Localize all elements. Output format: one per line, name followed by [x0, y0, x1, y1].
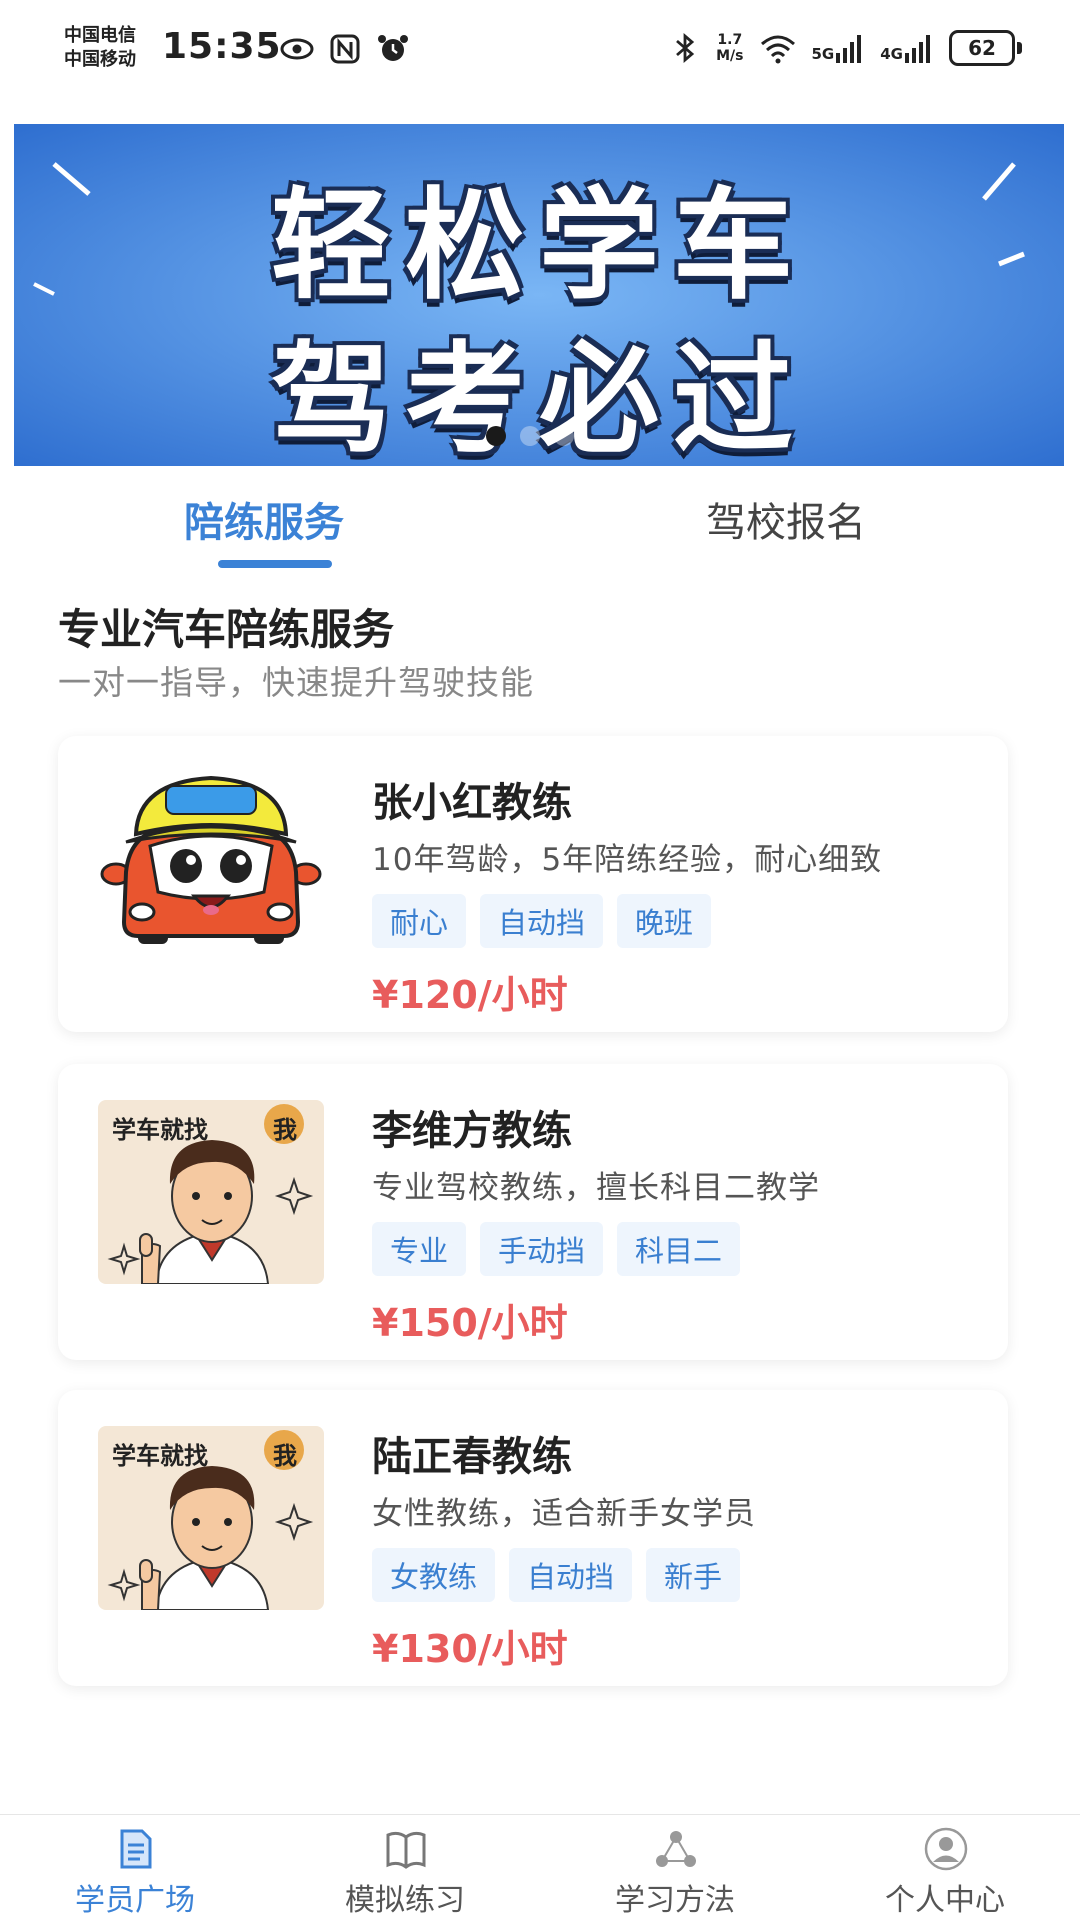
- avatar-caption: 学车就找: [112, 1116, 208, 1144]
- coach-name: 张小红教练: [372, 780, 572, 826]
- section-subtitle: 一对一指导，快速提升驾驶技能: [58, 663, 534, 702]
- coach-tag: 自动挡: [509, 1548, 633, 1602]
- status-icons-left: [280, 32, 410, 66]
- coach-tag: 手动挡: [480, 1222, 604, 1276]
- carousel-dot-1[interactable]: [486, 426, 506, 446]
- avatar-badge: 我: [273, 1116, 297, 1144]
- avatar-badge: 我: [273, 1442, 297, 1470]
- coach-name: 陆正春教练: [372, 1434, 572, 1480]
- battery-cap: [1017, 42, 1022, 54]
- signal-bars-icon: [836, 35, 862, 63]
- banner-title-line-1: 轻松学车: [271, 177, 807, 316]
- book-icon: [386, 1831, 426, 1869]
- coach-avatar: 学车就找 我: [98, 1426, 324, 1610]
- promo-banner[interactable]: 轻松学车 驾考必过: [14, 124, 1064, 466]
- battery-indicator: 62: [949, 30, 1022, 66]
- user-icon: [924, 1827, 968, 1871]
- status-bar: 中国电信 中国移动 15:35 1.7 M/s 5G 4G 62: [0, 0, 1080, 110]
- clock: 15:35: [162, 26, 282, 67]
- tab-school-enrollment[interactable]: 驾校报名: [706, 490, 866, 548]
- signal-5g: 5G: [812, 33, 867, 63]
- coach-tags: 专业 手动挡 科目二: [372, 1222, 741, 1276]
- nav-label: 个人中心: [885, 1883, 1005, 1918]
- battery-level: 62: [949, 30, 1015, 66]
- nodes-icon: [656, 1831, 696, 1867]
- tab-coaching-service[interactable]: 陪练服务: [184, 490, 344, 548]
- coach-avatar: 学车就找 我: [98, 1100, 324, 1284]
- coach-tags: 耐心 自动挡 晚班: [372, 894, 712, 948]
- active-tab-indicator: [218, 560, 332, 568]
- carousel-dot-2[interactable]: [520, 426, 540, 446]
- carousel-dots: [486, 426, 574, 446]
- coach-card[interactable]: 学车就找 我 李维方教练 专业驾校教练，擅长科目二教学 专业 手动挡 科目二 ¥…: [58, 1064, 1008, 1360]
- alarm-icon: [378, 35, 408, 61]
- coach-tag: 自动挡: [480, 894, 604, 948]
- wifi-icon: [760, 35, 795, 64]
- coach-tag: 科目二: [617, 1222, 741, 1276]
- nav-label: 学员广场: [75, 1883, 195, 1918]
- coach-card[interactable]: 张小红教练 10年驾龄，5年陪练经验，耐心细致 耐心 自动挡 晚班 ¥120/小…: [58, 736, 1008, 1032]
- carousel-dot-3[interactable]: [554, 426, 574, 446]
- coach-tag: 耐心: [372, 894, 467, 948]
- carrier-names: 中国电信 中国移动: [64, 24, 136, 72]
- nav-label: 模拟练习: [345, 1883, 465, 1918]
- document-icon: [120, 1829, 152, 1869]
- coach-tag: 女教练: [372, 1548, 496, 1602]
- coach-description: 女性教练，适合新手女学员: [372, 1496, 756, 1532]
- coach-tag: 新手: [646, 1548, 741, 1602]
- tab-bar: 陪练服务 驾校报名: [0, 476, 1080, 576]
- coach-price: ¥120/小时: [372, 973, 568, 1017]
- signal-bars-icon: [905, 35, 930, 63]
- carrier-1: 中国电信: [64, 25, 136, 46]
- signal-4g: 4G: [880, 33, 935, 63]
- coach-tag: 专业: [372, 1222, 467, 1276]
- coach-card[interactable]: 学车就找 我 陆正春教练 女性教练，适合新手女学员 女教练 自动挡 新手 ¥13…: [58, 1390, 1008, 1686]
- coach-name: 李维方教练: [372, 1108, 572, 1154]
- status-icons-right: 1.7 M/s 5G 4G 62: [668, 30, 1022, 66]
- section-title: 专业汽车陪练服务: [58, 605, 395, 654]
- nav-label: 学习方法: [615, 1883, 735, 1918]
- coach-price: ¥130/小时: [372, 1627, 568, 1671]
- network-speed: 1.7 M/s: [716, 32, 744, 64]
- nfc-icon: [330, 34, 360, 64]
- bluetooth-icon: [676, 32, 695, 64]
- eye-icon: [280, 38, 314, 60]
- carrier-2: 中国移动: [64, 49, 136, 70]
- coach-description: 10年驾龄，5年陪练经验，耐心细致: [372, 842, 883, 878]
- coach-tags: 女教练 自动挡 新手: [372, 1548, 741, 1602]
- avatar-caption: 学车就找: [112, 1442, 208, 1470]
- cartoon-car-icon: [98, 772, 324, 956]
- bottom-navigation: 学员广场 模拟练习 学习方法 个人中心: [0, 1814, 1080, 1921]
- coach-price: ¥150/小时: [372, 1301, 568, 1345]
- coach-avatar: [98, 772, 324, 956]
- coach-tag: 晚班: [617, 894, 712, 948]
- coach-description: 专业驾校教练，擅长科目二教学: [372, 1170, 820, 1206]
